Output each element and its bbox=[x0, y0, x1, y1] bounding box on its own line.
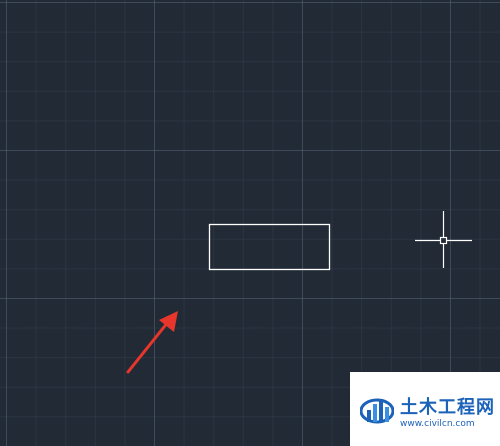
red-arrow-icon bbox=[126, 311, 178, 374]
drawn-rectangle[interactable] bbox=[208, 223, 331, 271]
watermark-badge: 土木工程网 www.civilcn.com bbox=[350, 372, 500, 446]
crosshair-cursor-icon bbox=[415, 211, 472, 268]
watermark-title: 土木工程网 bbox=[400, 397, 495, 419]
cad-drawing-canvas[interactable]: 土木工程网 www.civilcn.com bbox=[0, 0, 500, 446]
watermark-url: www.civilcn.com bbox=[400, 418, 475, 429]
civilcn-logo-icon bbox=[360, 398, 394, 424]
watermark-text: 土木工程网 www.civilcn.com bbox=[400, 398, 495, 430]
